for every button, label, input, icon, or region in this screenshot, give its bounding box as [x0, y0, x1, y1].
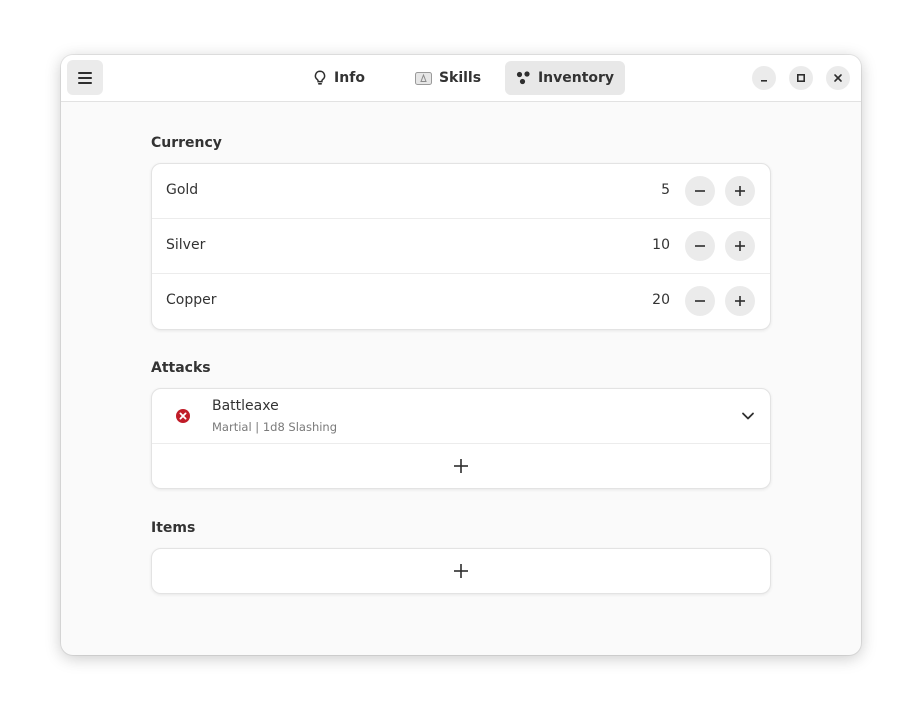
attack-name: Battleaxe	[212, 398, 279, 414]
view-switcher: Info Skills Inventory	[299, 61, 625, 95]
attacks-card: Battleaxe Martial | 1d8 Slashing	[151, 388, 771, 489]
plus-icon	[735, 241, 745, 251]
close-icon	[834, 74, 842, 82]
remove-attack-icon[interactable]	[175, 408, 191, 424]
tab-skills-label: Skills	[438, 70, 482, 86]
attack-detail: Martial | 1d8 Slashing	[212, 420, 338, 434]
minimize-button[interactable]	[752, 66, 776, 90]
items-heading: Items	[151, 520, 196, 536]
minus-icon	[695, 190, 705, 192]
hamburger-menu-icon	[78, 71, 92, 84]
skills-card-icon	[414, 71, 432, 85]
maximize-button[interactable]	[789, 66, 813, 90]
gold-increase-button[interactable]	[725, 176, 755, 206]
chevron-down-icon[interactable]	[740, 408, 756, 424]
copper-decrease-button[interactable]	[685, 286, 715, 316]
plus-icon	[735, 186, 745, 196]
gold-decrease-button[interactable]	[685, 176, 715, 206]
currency-value: 5	[661, 182, 670, 198]
currency-label: Gold	[166, 182, 199, 198]
tab-inventory[interactable]: Inventory	[505, 61, 625, 95]
attacks-heading: Attacks	[151, 360, 211, 376]
silver-increase-button[interactable]	[725, 231, 755, 261]
items-card	[151, 548, 771, 594]
app-window: Info Skills Inventory Currency Gold 5 Si…	[61, 55, 861, 655]
currency-label: Silver	[166, 237, 206, 253]
add-attack-button[interactable]	[152, 444, 770, 488]
minus-icon	[695, 245, 705, 247]
silver-decrease-button[interactable]	[685, 231, 715, 261]
currency-row-gold: Gold 5	[152, 164, 770, 219]
tab-info[interactable]: Info	[299, 61, 379, 95]
currency-row-silver: Silver 10	[152, 219, 770, 274]
tab-skills[interactable]: Skills	[408, 61, 488, 95]
plus-icon	[735, 296, 745, 306]
plus-icon	[454, 564, 468, 578]
minus-icon	[695, 300, 705, 302]
inventory-icon	[516, 71, 530, 85]
currency-row-copper: Copper 20	[152, 274, 770, 329]
close-button[interactable]	[826, 66, 850, 90]
header-bar: Info Skills Inventory	[61, 55, 861, 102]
add-item-button[interactable]	[152, 549, 770, 593]
plus-icon	[454, 459, 468, 473]
main-menu-button[interactable]	[67, 60, 103, 95]
currency-card: Gold 5 Silver 10 Copper 20	[151, 163, 771, 330]
minimize-icon	[761, 80, 767, 82]
maximize-icon	[796, 73, 806, 83]
currency-label: Copper	[166, 292, 217, 308]
copper-increase-button[interactable]	[725, 286, 755, 316]
tab-inventory-label: Inventory	[537, 70, 615, 86]
currency-heading: Currency	[151, 135, 222, 151]
tab-info-label: Info	[334, 70, 365, 86]
lightbulb-icon	[314, 70, 326, 85]
attack-row-battleaxe[interactable]: Battleaxe Martial | 1d8 Slashing	[152, 389, 770, 444]
currency-value: 20	[652, 292, 670, 308]
currency-value: 10	[652, 237, 670, 253]
